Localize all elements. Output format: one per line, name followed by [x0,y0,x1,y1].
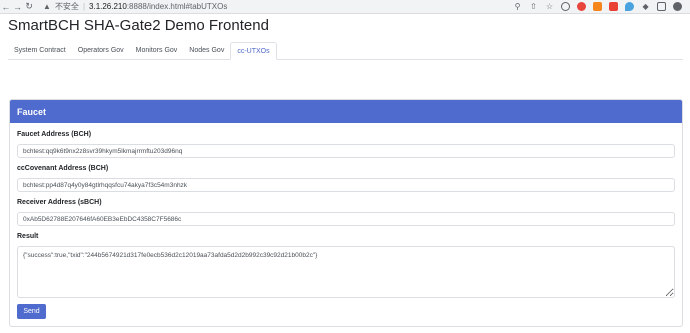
metamask-icon[interactable] [593,2,603,11]
puzzle-icon[interactable]: ◆ [641,2,650,11]
tab-operators-gov[interactable]: Operators Gov [72,42,130,60]
forward-icon[interactable]: → [12,2,24,12]
browser-toolbar: ← → ↻ ▲ 不安全 | 3.1.26.210:8888/index.html… [0,0,690,14]
url-path: :8888/index.html#tabUTXOs [126,2,228,11]
covenant-address-label: ccCovenant Address (BCH) [17,165,109,172]
tab-cc-utxos[interactable]: cc-UTXOs [230,42,277,60]
profile-icon[interactable] [673,2,683,11]
receiver-address-label: Receiver Address (sBCH) [17,199,102,206]
faucet-address-label: Faucet Address (BCH) [17,131,92,138]
tab-monitors-gov[interactable]: Monitors Gov [130,42,184,60]
extension-icon-2[interactable] [577,2,587,11]
share-icon[interactable]: ⇧ [529,2,538,11]
zoom-icon[interactable]: ⚲ [513,2,522,11]
covenant-address-input[interactable] [17,178,675,192]
extension-icon-4[interactable] [625,2,635,11]
url-host: 3.1.26.210 [89,2,127,11]
faucet-card-header: Faucet [10,100,682,123]
sidebar-icon[interactable] [657,2,667,11]
extension-icon-1[interactable] [561,2,571,11]
tab-system-contract[interactable]: System Contract [8,42,72,60]
page-title: SmartBCH SHA-Gate2 Demo Frontend [8,17,269,34]
security-label: 不安全 [54,2,79,11]
warning-icon: ▲ [43,2,51,11]
back-icon[interactable]: ← [0,2,12,12]
tab-nodes-gov[interactable]: Nodes Gov [183,42,230,60]
extension-icon-3[interactable] [609,2,619,11]
faucet-card: Faucet Faucet Address (BCH) ccCovenant A… [9,99,683,327]
star-icon[interactable]: ☆ [545,2,554,11]
url-separator: | [82,2,86,11]
result-textarea[interactable]: {"success":true,"txid":"244b5674921d317f… [17,246,675,298]
reload-icon[interactable]: ↻ [23,1,35,12]
browser-actions: ⚲ ⇧ ☆ ◆ [513,2,690,11]
faucet-address-input[interactable] [17,144,675,158]
address-bar[interactable]: ▲ 不安全 | 3.1.26.210:8888/index.html#tabUT… [43,1,513,12]
tab-bar: System Contract Operators Gov Monitors G… [8,42,683,60]
result-label: Result [17,233,39,240]
send-button[interactable]: Send [17,304,46,319]
receiver-address-input[interactable] [17,212,675,226]
